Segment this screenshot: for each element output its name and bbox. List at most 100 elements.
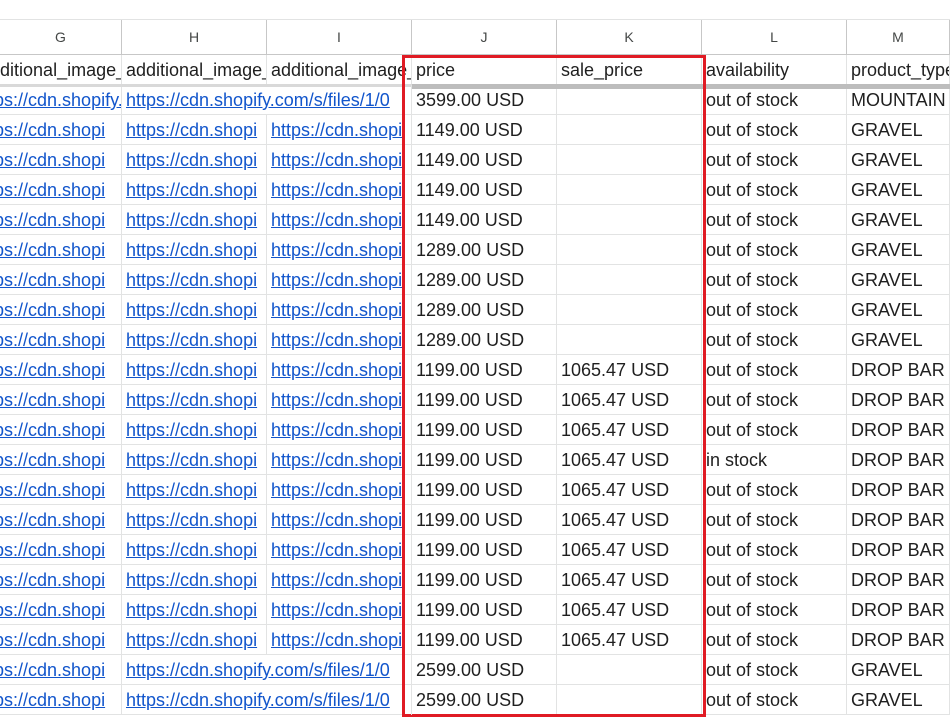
cell-sale-price[interactable]: 1065.47 USD — [557, 445, 702, 475]
cell-sale-price[interactable] — [557, 325, 702, 355]
cell-sale-price[interactable]: 1065.47 USD — [557, 355, 702, 385]
cell-sale-price[interactable] — [557, 685, 702, 715]
header-cell-g[interactable]: additional_image_link — [0, 55, 122, 85]
cell-price[interactable]: 1199.00 USD — [412, 355, 557, 385]
cell-i[interactable]: https://cdn.shopi — [267, 565, 412, 595]
cell-product-type[interactable]: DROP BAR — [847, 355, 950, 385]
cell-product-type[interactable]: GRAVEL — [847, 145, 950, 175]
cell-product-type[interactable]: MOUNTAIN — [847, 85, 950, 115]
cell-sale-price[interactable]: 1065.47 USD — [557, 505, 702, 535]
cell-h[interactable]: https://cdn.shopify.com/s/files/1/0 — [122, 85, 412, 115]
cell-sale-price[interactable] — [557, 295, 702, 325]
cell-g[interactable]: https://cdn.shopi — [0, 685, 122, 715]
cell-sale-price[interactable]: 1065.47 USD — [557, 385, 702, 415]
header-cell-k[interactable]: sale_price — [557, 55, 702, 85]
cell-sale-price[interactable]: 1065.47 USD — [557, 475, 702, 505]
cell-i[interactable]: https://cdn.shopi — [267, 505, 412, 535]
cell-product-type[interactable]: DROP BAR — [847, 535, 950, 565]
cell-g[interactable]: https://cdn.shopify.com/s/files/1/0 — [0, 85, 122, 115]
cell-availability[interactable]: out of stock — [702, 175, 847, 205]
cell-sale-price[interactable] — [557, 175, 702, 205]
cell-h[interactable]: https://cdn.shopi — [122, 265, 267, 295]
cell-availability[interactable]: out of stock — [702, 535, 847, 565]
cell-availability[interactable]: out of stock — [702, 475, 847, 505]
cell-availability[interactable]: out of stock — [702, 685, 847, 715]
column-header-j[interactable]: J — [412, 20, 557, 55]
cell-h[interactable]: https://cdn.shopi — [122, 385, 267, 415]
cell-price[interactable]: 1149.00 USD — [412, 145, 557, 175]
cell-h[interactable]: https://cdn.shopi — [122, 445, 267, 475]
cell-h[interactable]: https://cdn.shopi — [122, 505, 267, 535]
cell-product-type[interactable]: GRAVEL — [847, 115, 950, 145]
frozen-row-divider[interactable] — [412, 84, 950, 89]
cell-h[interactable]: https://cdn.shopi — [122, 595, 267, 625]
cell-price[interactable]: 1199.00 USD — [412, 565, 557, 595]
cell-price[interactable]: 3599.00 USD — [412, 85, 557, 115]
cell-price[interactable]: 1289.00 USD — [412, 265, 557, 295]
cell-availability[interactable]: out of stock — [702, 505, 847, 535]
cell-availability[interactable]: out of stock — [702, 235, 847, 265]
cell-g[interactable]: https://cdn.shopi — [0, 445, 122, 475]
cell-g[interactable]: https://cdn.shopi — [0, 625, 122, 655]
cell-h[interactable]: https://cdn.shopi — [122, 205, 267, 235]
header-cell-i[interactable]: additional_image_link — [267, 55, 412, 85]
cell-g[interactable]: https://cdn.shopi — [0, 295, 122, 325]
cell-i[interactable]: https://cdn.shopi — [267, 295, 412, 325]
header-cell-j[interactable]: price — [412, 55, 557, 85]
cell-g[interactable]: https://cdn.shopi — [0, 265, 122, 295]
cell-sale-price[interactable] — [557, 145, 702, 175]
cell-availability[interactable]: out of stock — [702, 415, 847, 445]
cell-product-type[interactable]: GRAVEL — [847, 655, 950, 685]
cell-i[interactable]: https://cdn.shopi — [267, 115, 412, 145]
cell-g[interactable]: https://cdn.shopi — [0, 175, 122, 205]
column-header-g[interactable]: G — [0, 20, 122, 55]
cell-price[interactable]: 1199.00 USD — [412, 595, 557, 625]
cell-h[interactable]: https://cdn.shopi — [122, 145, 267, 175]
cell-price[interactable]: 1199.00 USD — [412, 475, 557, 505]
cell-i[interactable]: https://cdn.shopi — [267, 595, 412, 625]
cell-i[interactable]: https://cdn.shopi — [267, 355, 412, 385]
column-header-k[interactable]: K — [557, 20, 702, 55]
cell-h[interactable]: https://cdn.shopi — [122, 325, 267, 355]
cell-h[interactable]: https://cdn.shopi — [122, 115, 267, 145]
cell-i[interactable]: https://cdn.shopi — [267, 145, 412, 175]
cell-availability[interactable]: out of stock — [702, 355, 847, 385]
cell-g[interactable]: https://cdn.shopi — [0, 385, 122, 415]
cell-i[interactable]: https://cdn.shopi — [267, 385, 412, 415]
cell-sale-price[interactable] — [557, 655, 702, 685]
cell-sale-price[interactable]: 1065.47 USD — [557, 595, 702, 625]
cell-availability[interactable]: out of stock — [702, 325, 847, 355]
cell-price[interactable]: 1289.00 USD — [412, 235, 557, 265]
cell-product-type[interactable]: DROP BAR — [847, 445, 950, 475]
cell-h[interactable]: https://cdn.shopi — [122, 415, 267, 445]
cell-h[interactable]: https://cdn.shopi — [122, 475, 267, 505]
cell-i[interactable]: https://cdn.shopi — [267, 205, 412, 235]
cell-g[interactable]: https://cdn.shopi — [0, 235, 122, 265]
cell-availability[interactable]: out of stock — [702, 295, 847, 325]
cell-price[interactable]: 1199.00 USD — [412, 445, 557, 475]
cell-h[interactable]: https://cdn.shopify.com/s/files/1/0 — [122, 685, 412, 715]
cell-availability[interactable]: out of stock — [702, 595, 847, 625]
cell-sale-price[interactable] — [557, 115, 702, 145]
cell-product-type[interactable]: DROP BAR — [847, 475, 950, 505]
cell-price[interactable]: 2599.00 USD — [412, 655, 557, 685]
cell-g[interactable]: https://cdn.shopi — [0, 505, 122, 535]
cell-g[interactable]: https://cdn.shopi — [0, 415, 122, 445]
cell-i[interactable]: https://cdn.shopi — [267, 325, 412, 355]
cell-availability[interactable]: in stock — [702, 445, 847, 475]
cell-i[interactable]: https://cdn.shopi — [267, 415, 412, 445]
cell-h[interactable]: https://cdn.shopify.com/s/files/1/0 — [122, 655, 412, 685]
cell-g[interactable]: https://cdn.shopi — [0, 145, 122, 175]
cell-g[interactable]: https://cdn.shopi — [0, 325, 122, 355]
cell-i[interactable]: https://cdn.shopi — [267, 475, 412, 505]
cell-h[interactable]: https://cdn.shopi — [122, 235, 267, 265]
cell-g[interactable]: https://cdn.shopi — [0, 115, 122, 145]
cell-price[interactable]: 2599.00 USD — [412, 685, 557, 715]
cell-i[interactable]: https://cdn.shopi — [267, 265, 412, 295]
column-header-l[interactable]: L — [702, 20, 847, 55]
cell-h[interactable]: https://cdn.shopi — [122, 175, 267, 205]
cell-price[interactable]: 1199.00 USD — [412, 415, 557, 445]
cell-availability[interactable]: out of stock — [702, 265, 847, 295]
cell-product-type[interactable]: GRAVEL — [847, 685, 950, 715]
cell-availability[interactable]: out of stock — [702, 205, 847, 235]
